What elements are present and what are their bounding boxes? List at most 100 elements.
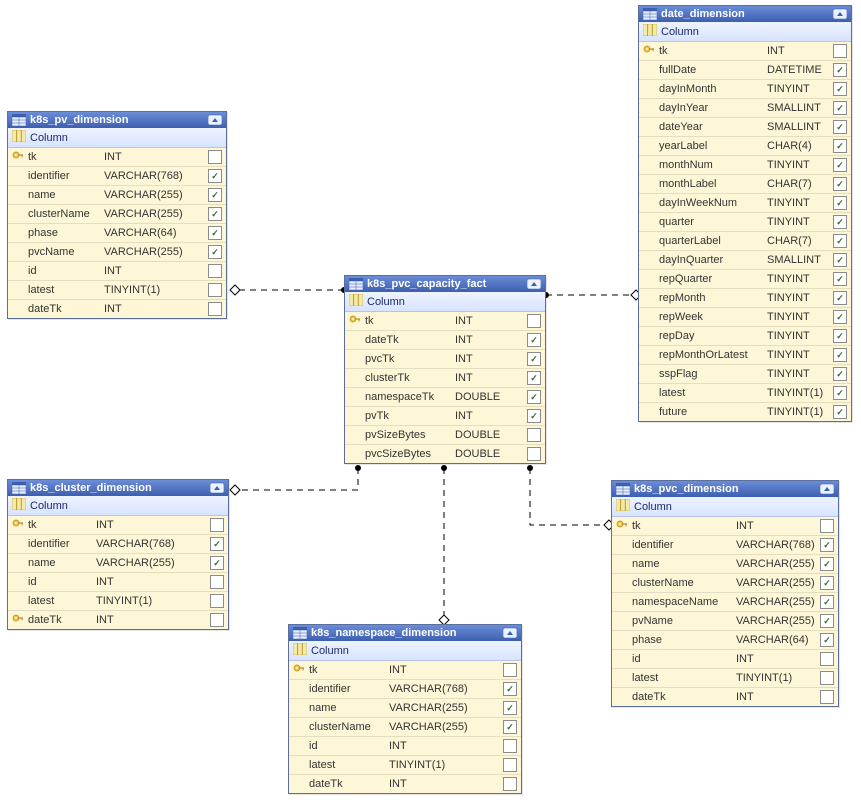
column-row[interactable]: latestTINYINT(1)✓ xyxy=(612,669,838,688)
column-row[interactable]: nameVARCHAR(255)✓ xyxy=(612,555,838,574)
column-row[interactable]: latestTINYINT(1)✓ xyxy=(289,756,521,775)
nullable-checkbox[interactable]: ✓ xyxy=(833,272,847,286)
nullable-checkbox[interactable]: ✓ xyxy=(833,367,847,381)
nullable-checkbox[interactable]: ✓ xyxy=(833,120,847,134)
nullable-checkbox[interactable]: ✓ xyxy=(208,245,222,259)
nullable-checkbox[interactable]: ✓ xyxy=(210,613,224,627)
nullable-checkbox[interactable]: ✓ xyxy=(833,196,847,210)
nullable-checkbox[interactable]: ✓ xyxy=(820,595,834,609)
nullable-checkbox[interactable]: ✓ xyxy=(833,253,847,267)
collapse-icon[interactable] xyxy=(833,8,847,20)
column-row[interactable]: idINT✓ xyxy=(289,737,521,756)
column-row[interactable]: phaseVARCHAR(64)✓ xyxy=(8,224,226,243)
column-row[interactable]: repWeekTINYINT✓ xyxy=(639,308,851,327)
column-row[interactable]: futureTINYINT(1)✓ xyxy=(639,403,851,421)
nullable-checkbox[interactable]: ✓ xyxy=(503,701,517,715)
nullable-checkbox[interactable]: ✓ xyxy=(208,207,222,221)
table-k8s_pvc_capacity_fact[interactable]: k8s_pvc_capacity_factColumntkINT✓dateTkI… xyxy=(344,275,546,464)
column-row[interactable]: tkINT✓ xyxy=(8,148,226,167)
nullable-checkbox[interactable]: ✓ xyxy=(503,758,517,772)
column-row[interactable]: dayInMonthTINYINT✓ xyxy=(639,80,851,99)
column-row[interactable]: pvcNameVARCHAR(255)✓ xyxy=(8,243,226,262)
nullable-checkbox[interactable]: ✓ xyxy=(527,447,541,461)
column-row[interactable]: pvTkINT✓ xyxy=(345,407,545,426)
column-row[interactable]: monthLabelCHAR(7)✓ xyxy=(639,175,851,194)
column-row[interactable]: tkINT✓ xyxy=(612,517,838,536)
table-date_dimension[interactable]: date_dimensionColumntkINT✓fullDateDATETI… xyxy=(638,5,852,422)
nullable-checkbox[interactable]: ✓ xyxy=(820,538,834,552)
nullable-checkbox[interactable]: ✓ xyxy=(527,371,541,385)
nullable-checkbox[interactable]: ✓ xyxy=(527,352,541,366)
nullable-checkbox[interactable]: ✓ xyxy=(833,82,847,96)
column-row[interactable]: tkINT✓ xyxy=(345,312,545,331)
nullable-checkbox[interactable]: ✓ xyxy=(210,518,224,532)
nullable-checkbox[interactable]: ✓ xyxy=(833,329,847,343)
column-row[interactable]: fullDateDATETIME✓ xyxy=(639,61,851,80)
column-row[interactable]: nameVARCHAR(255)✓ xyxy=(8,186,226,205)
nullable-checkbox[interactable]: ✓ xyxy=(820,519,834,533)
nullable-checkbox[interactable]: ✓ xyxy=(833,405,847,419)
column-row[interactable]: tkINT✓ xyxy=(639,42,851,61)
nullable-checkbox[interactable]: ✓ xyxy=(527,409,541,423)
table-title-bar[interactable]: k8s_namespace_dimension xyxy=(289,625,521,641)
collapse-icon[interactable] xyxy=(503,627,517,639)
nullable-checkbox[interactable]: ✓ xyxy=(208,283,222,297)
table-k8s_pv_dimension[interactable]: k8s_pv_dimensionColumntkINT✓identifierVA… xyxy=(7,111,227,319)
column-row[interactable]: nameVARCHAR(255)✓ xyxy=(8,554,228,573)
column-row[interactable]: identifierVARCHAR(768)✓ xyxy=(8,535,228,554)
column-row[interactable]: dateTkINT✓ xyxy=(8,300,226,318)
nullable-checkbox[interactable]: ✓ xyxy=(208,226,222,240)
nullable-checkbox[interactable]: ✓ xyxy=(833,234,847,248)
column-row[interactable]: namespaceNameVARCHAR(255)✓ xyxy=(612,593,838,612)
nullable-checkbox[interactable]: ✓ xyxy=(208,302,222,316)
table-title-bar[interactable]: k8s_cluster_dimension xyxy=(8,480,228,496)
column-row[interactable]: pvcTkINT✓ xyxy=(345,350,545,369)
nullable-checkbox[interactable]: ✓ xyxy=(527,428,541,442)
nullable-checkbox[interactable]: ✓ xyxy=(210,575,224,589)
nullable-checkbox[interactable]: ✓ xyxy=(210,594,224,608)
column-row[interactable]: dateTkINT✓ xyxy=(612,688,838,706)
column-row[interactable]: quarterTINYINT✓ xyxy=(639,213,851,232)
nullable-checkbox[interactable]: ✓ xyxy=(527,333,541,347)
collapse-icon[interactable] xyxy=(208,114,222,126)
column-row[interactable]: repDayTINYINT✓ xyxy=(639,327,851,346)
column-row[interactable]: dateTkINT✓ xyxy=(289,775,521,793)
nullable-checkbox[interactable]: ✓ xyxy=(503,720,517,734)
nullable-checkbox[interactable]: ✓ xyxy=(833,215,847,229)
nullable-checkbox[interactable]: ✓ xyxy=(503,777,517,791)
nullable-checkbox[interactable]: ✓ xyxy=(527,390,541,404)
column-row[interactable]: identifierVARCHAR(768)✓ xyxy=(612,536,838,555)
table-title-bar[interactable]: date_dimension xyxy=(639,6,851,22)
column-row[interactable]: identifierVARCHAR(768)✓ xyxy=(8,167,226,186)
column-row[interactable]: pvSizeBytesDOUBLE✓ xyxy=(345,426,545,445)
column-row[interactable]: quarterLabelCHAR(7)✓ xyxy=(639,232,851,251)
column-row[interactable]: idINT✓ xyxy=(8,573,228,592)
nullable-checkbox[interactable]: ✓ xyxy=(503,663,517,677)
column-row[interactable]: identifierVARCHAR(768)✓ xyxy=(289,680,521,699)
nullable-checkbox[interactable]: ✓ xyxy=(833,291,847,305)
column-row[interactable]: clusterNameVARCHAR(255)✓ xyxy=(612,574,838,593)
nullable-checkbox[interactable]: ✓ xyxy=(503,682,517,696)
nullable-checkbox[interactable]: ✓ xyxy=(833,310,847,324)
column-row[interactable]: latestTINYINT(1)✓ xyxy=(639,384,851,403)
column-row[interactable]: tkINT✓ xyxy=(8,516,228,535)
nullable-checkbox[interactable]: ✓ xyxy=(833,44,847,58)
nullable-checkbox[interactable]: ✓ xyxy=(833,348,847,362)
table-k8s_pvc_dimension[interactable]: k8s_pvc_dimensionColumntkINT✓identifierV… xyxy=(611,480,839,707)
column-row[interactable]: nameVARCHAR(255)✓ xyxy=(289,699,521,718)
nullable-checkbox[interactable]: ✓ xyxy=(208,150,222,164)
column-row[interactable]: repQuarterTINYINT✓ xyxy=(639,270,851,289)
nullable-checkbox[interactable]: ✓ xyxy=(820,576,834,590)
column-row[interactable]: dateTkINT✓ xyxy=(8,611,228,629)
column-row[interactable]: sspFlagTINYINT✓ xyxy=(639,365,851,384)
column-row[interactable]: latestTINYINT(1)✓ xyxy=(8,592,228,611)
nullable-checkbox[interactable]: ✓ xyxy=(503,739,517,753)
column-row[interactable]: dateTkINT✓ xyxy=(345,331,545,350)
nullable-checkbox[interactable]: ✓ xyxy=(833,63,847,77)
column-row[interactable]: namespaceTkDOUBLE✓ xyxy=(345,388,545,407)
column-row[interactable]: clusterNameVARCHAR(255)✓ xyxy=(289,718,521,737)
column-row[interactable]: clusterNameVARCHAR(255)✓ xyxy=(8,205,226,224)
table-title-bar[interactable]: k8s_pvc_capacity_fact xyxy=(345,276,545,292)
column-row[interactable]: dayInQuarterSMALLINT✓ xyxy=(639,251,851,270)
nullable-checkbox[interactable]: ✓ xyxy=(210,537,224,551)
